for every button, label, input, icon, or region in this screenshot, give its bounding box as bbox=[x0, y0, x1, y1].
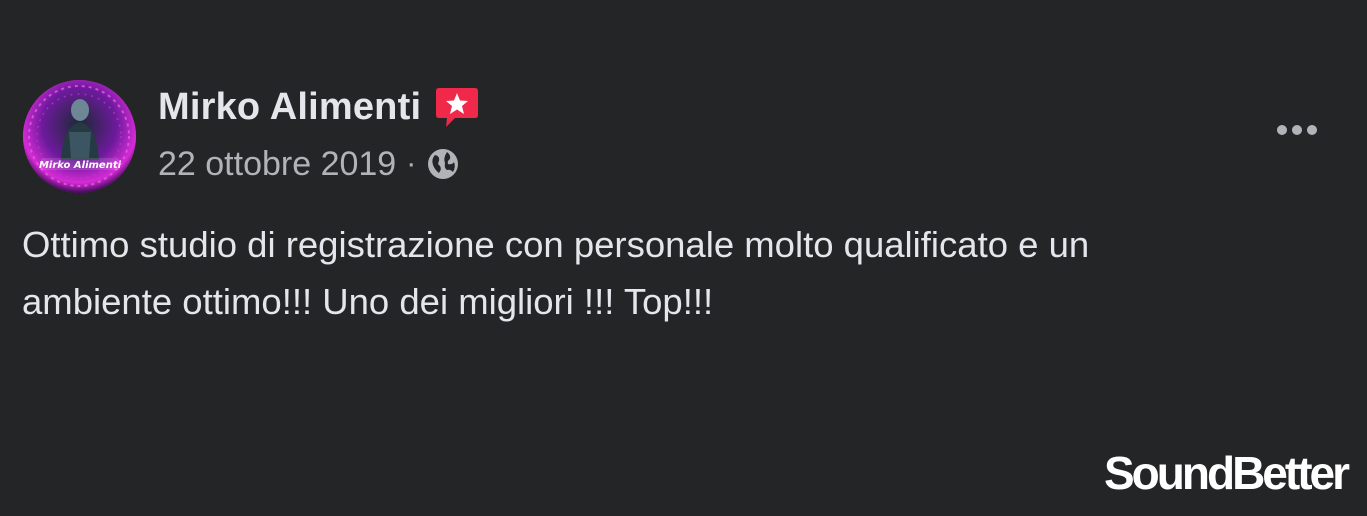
avatar-image: Mirko Alimenti bbox=[23, 80, 136, 193]
review-post: Mirko Alimenti Mirko Alimenti 22 ottobre… bbox=[0, 0, 1367, 516]
soundbetter-logo: SoundBetter bbox=[1104, 447, 1350, 499]
avatar-signature-text: Mirko Alimenti bbox=[39, 160, 122, 171]
author-name[interactable]: Mirko Alimenti bbox=[158, 86, 421, 129]
more-dot-icon bbox=[1292, 125, 1302, 135]
more-dot-icon bbox=[1277, 125, 1287, 135]
author-row: Mirko Alimenti bbox=[158, 84, 481, 130]
review-text: Ottimo studio di registrazione con perso… bbox=[22, 224, 1090, 322]
more-options-button[interactable] bbox=[1266, 112, 1328, 148]
post-meta: 22 ottobre 2019 · bbox=[158, 144, 460, 184]
star-speech-bubble-icon bbox=[433, 84, 481, 132]
author-avatar[interactable]: Mirko Alimenti bbox=[23, 80, 136, 193]
post-date[interactable]: 22 ottobre 2019 bbox=[158, 145, 396, 184]
globe-icon[interactable] bbox=[426, 147, 460, 181]
more-dot-icon bbox=[1307, 125, 1317, 135]
meta-separator: · bbox=[406, 147, 417, 180]
